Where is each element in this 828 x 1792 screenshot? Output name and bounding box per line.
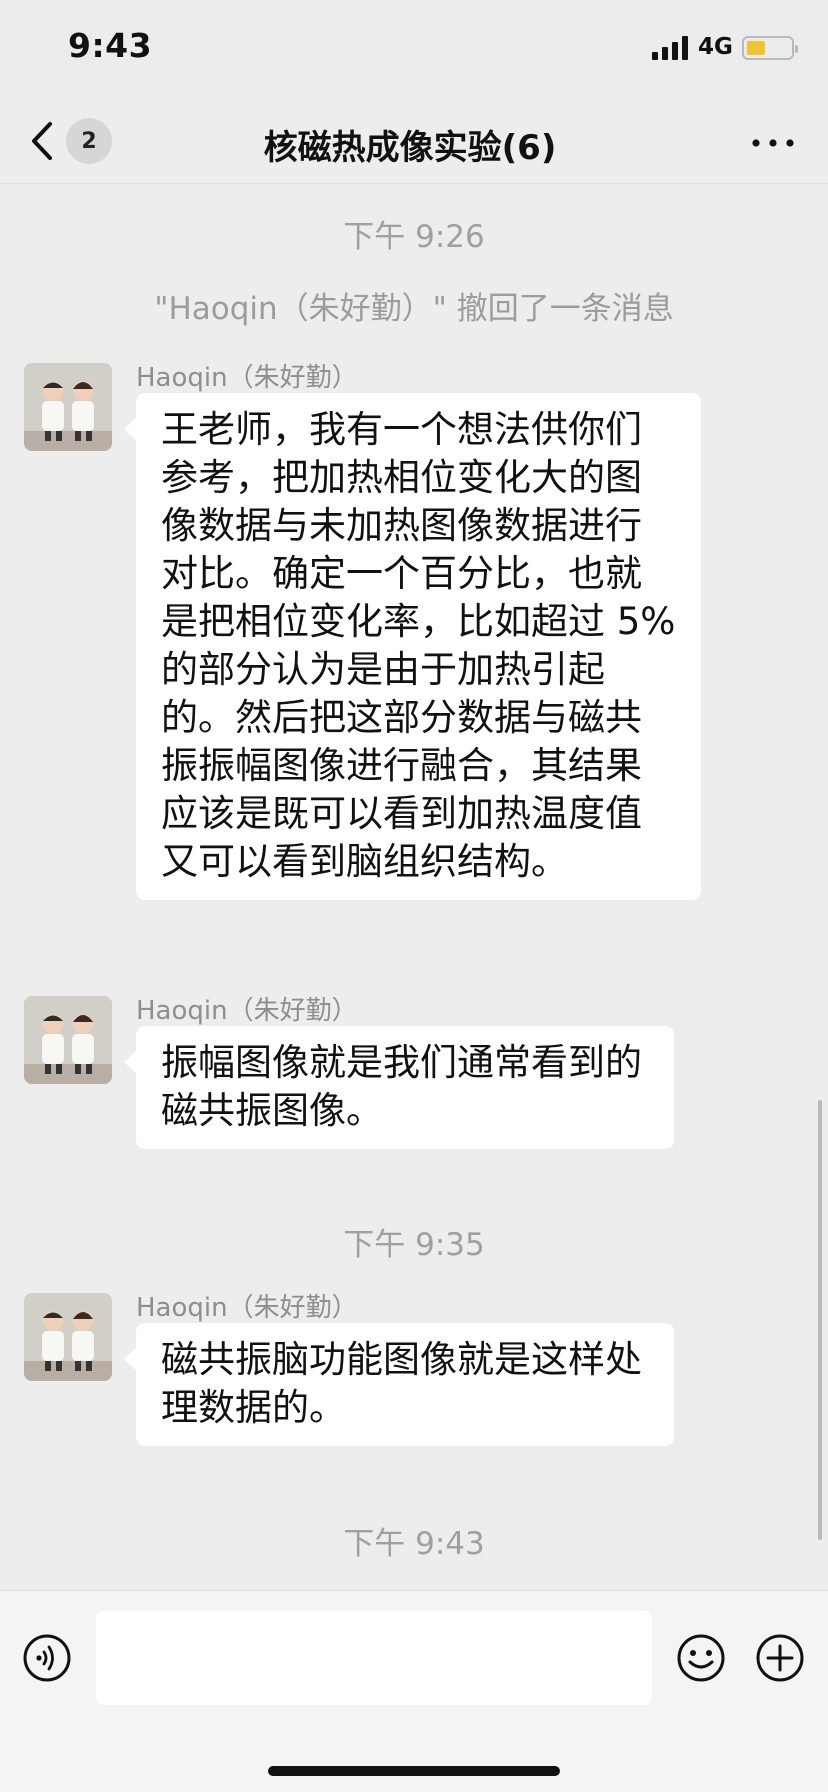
time-divider: 下午 9:43	[343, 1526, 485, 1562]
message-list[interactable]: 下午 9:26 "Haoqin（朱好勤）" 撤回了一条消息 Haoqin（朱好勤…	[0, 185, 828, 1590]
add-icon[interactable]	[755, 1633, 805, 1683]
status-time: 9:43	[68, 26, 153, 65]
home-indicator	[268, 1766, 560, 1776]
avatar[interactable]	[24, 996, 112, 1084]
emoji-icon[interactable]	[676, 1633, 726, 1683]
chat-title: 核磁热成像实验(6)	[263, 128, 557, 168]
battery-level	[747, 41, 765, 55]
message-bubble[interactable]: 王老师，我有一个想法供你们参考，把加热相位变化大的图像数据与未加热图像数据进行对…	[124, 393, 701, 900]
scrollbar[interactable]	[818, 1100, 822, 1540]
battery-icon	[742, 36, 798, 60]
navigation-bar: 2 核磁热成像实验(6)	[0, 98, 828, 184]
avatar-image	[24, 1293, 112, 1381]
message-input[interactable]	[96, 1611, 652, 1705]
sender-name: Haoqin（朱好勤）	[136, 1293, 358, 1323]
signal-icon	[652, 36, 688, 60]
sender-name: Haoqin（朱好勤）	[136, 996, 358, 1026]
avatar-image	[24, 363, 112, 451]
wechat-chat-screen: 9:43 4G 2 核磁热成像实验(6) 下午 9:26 "Haoqin（朱好勤…	[0, 0, 828, 1792]
input-bar	[0, 1590, 828, 1792]
time-divider: 下午 9:35	[343, 1227, 485, 1263]
recall-notice: "Haoqin（朱好勤）" 撤回了一条消息	[154, 291, 674, 327]
avatar-image	[24, 996, 112, 1084]
sender-name: Haoqin（朱好勤）	[136, 363, 358, 393]
avatar[interactable]	[24, 1293, 112, 1381]
more-dots-icon[interactable]	[748, 128, 798, 158]
voice-icon[interactable]	[22, 1633, 72, 1683]
time-divider: 下午 9:26	[343, 219, 485, 255]
avatar[interactable]	[24, 363, 112, 451]
status-bar: 9:43 4G	[0, 0, 828, 98]
message-bubble[interactable]: 振幅图像就是我们通常看到的磁共振图像。	[124, 1026, 674, 1149]
network-type: 4G	[698, 34, 733, 60]
back-chevron-icon[interactable]	[28, 120, 56, 162]
unread-count-badge[interactable]: 2	[66, 118, 112, 164]
message-bubble[interactable]: 磁共振脑功能图像就是这样处理数据的。	[124, 1323, 674, 1446]
